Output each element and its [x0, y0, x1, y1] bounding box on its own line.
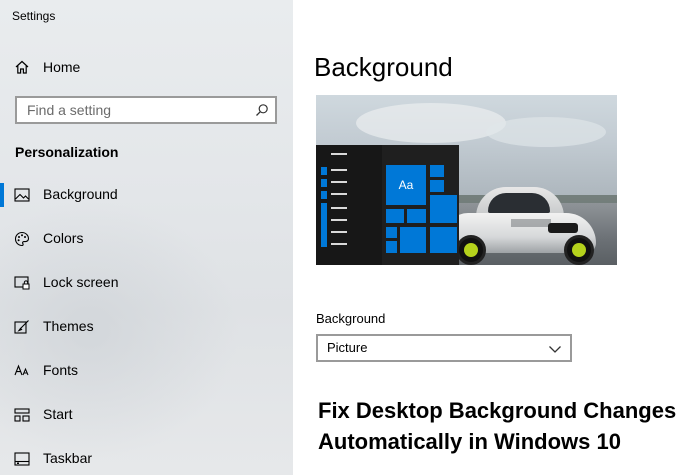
start-menu-icon [321, 191, 327, 199]
section-heading: Personalization [15, 144, 119, 160]
background-select[interactable]: Picture [316, 334, 572, 362]
sidebar-item-themes[interactable]: Themes [0, 311, 293, 343]
sidebar-item-label: Colors [43, 230, 84, 246]
tile [430, 227, 457, 253]
sidebar-item-label: Background [43, 186, 118, 202]
sidebar-item-taskbar[interactable]: Taskbar [0, 443, 293, 475]
start-menu-line [331, 169, 347, 171]
start-grid-icon [14, 407, 30, 423]
sidebar-item-label: Fonts [43, 362, 79, 378]
tile [400, 227, 426, 253]
fonts-icon [14, 363, 30, 379]
caption-line-1: Fix Desktop Background Changes [318, 398, 677, 423]
home-nav-item[interactable]: Home [0, 52, 293, 82]
background-select-value: Picture [327, 340, 368, 355]
sidebar-item-label: Taskbar [43, 450, 93, 466]
page-title: Background [314, 52, 453, 82]
search-icon[interactable] [255, 103, 269, 117]
preview-car-window [488, 193, 550, 213]
preview-car-grille [548, 223, 578, 233]
caption-line-2: Automatically in Windows 10 [318, 429, 621, 454]
tile [386, 241, 397, 253]
start-menu-icon [321, 167, 327, 175]
tile-aa: Aa [386, 165, 426, 205]
start-menu-list [316, 145, 382, 265]
picture-icon [14, 187, 30, 203]
tile [386, 227, 397, 238]
tile [430, 180, 444, 192]
preview-cloud [486, 117, 606, 147]
themes-brush-icon [14, 319, 30, 335]
background-label: Background [316, 311, 386, 326]
start-menu-line [331, 219, 347, 221]
start-menu-line [331, 207, 347, 209]
start-menu-line [331, 231, 347, 233]
window-title: Settings [12, 9, 56, 23]
palette-icon [14, 231, 30, 247]
tile [430, 195, 457, 223]
search-box[interactable] [15, 96, 277, 124]
sidebar-item-lock-screen[interactable]: Lock screen [0, 267, 293, 299]
lock-screen-icon [14, 275, 30, 291]
sidebar-item-start[interactable]: Start [0, 399, 293, 431]
background-preview: Aa [316, 95, 617, 265]
start-menu-line [331, 193, 347, 195]
start-menu-line [331, 153, 347, 155]
tile [430, 165, 444, 177]
sidebar-item-label: Themes [43, 318, 94, 334]
chevron-down-icon[interactable] [548, 342, 562, 354]
sidebar-item-label: Start [43, 406, 73, 422]
sidebar-item-fonts[interactable]: Fonts [0, 355, 293, 387]
sidebar-item-label: Lock screen [43, 274, 119, 290]
preview-car-stripe [511, 219, 551, 227]
start-menu-preview: Aa [316, 145, 459, 265]
search-input[interactable] [27, 101, 247, 119]
preview-car-wheel [456, 235, 486, 265]
taskbar-icon [14, 451, 30, 467]
home-icon [14, 59, 30, 75]
sidebar-item-colors[interactable]: Colors [0, 223, 293, 255]
start-menu-line [331, 181, 347, 183]
tile [386, 209, 404, 223]
article-caption: Fix Desktop Background Changes Automatic… [318, 395, 698, 457]
sidebar: Settings Home Personalization Background… [0, 0, 293, 475]
preview-car-wheel [564, 235, 594, 265]
start-menu-icon [321, 203, 327, 247]
preview-cloud [356, 103, 506, 143]
start-menu-icon [321, 179, 327, 187]
sidebar-item-background[interactable]: Background [0, 179, 293, 211]
home-label: Home [43, 59, 81, 75]
start-menu-line [331, 243, 347, 245]
tile [407, 209, 426, 223]
